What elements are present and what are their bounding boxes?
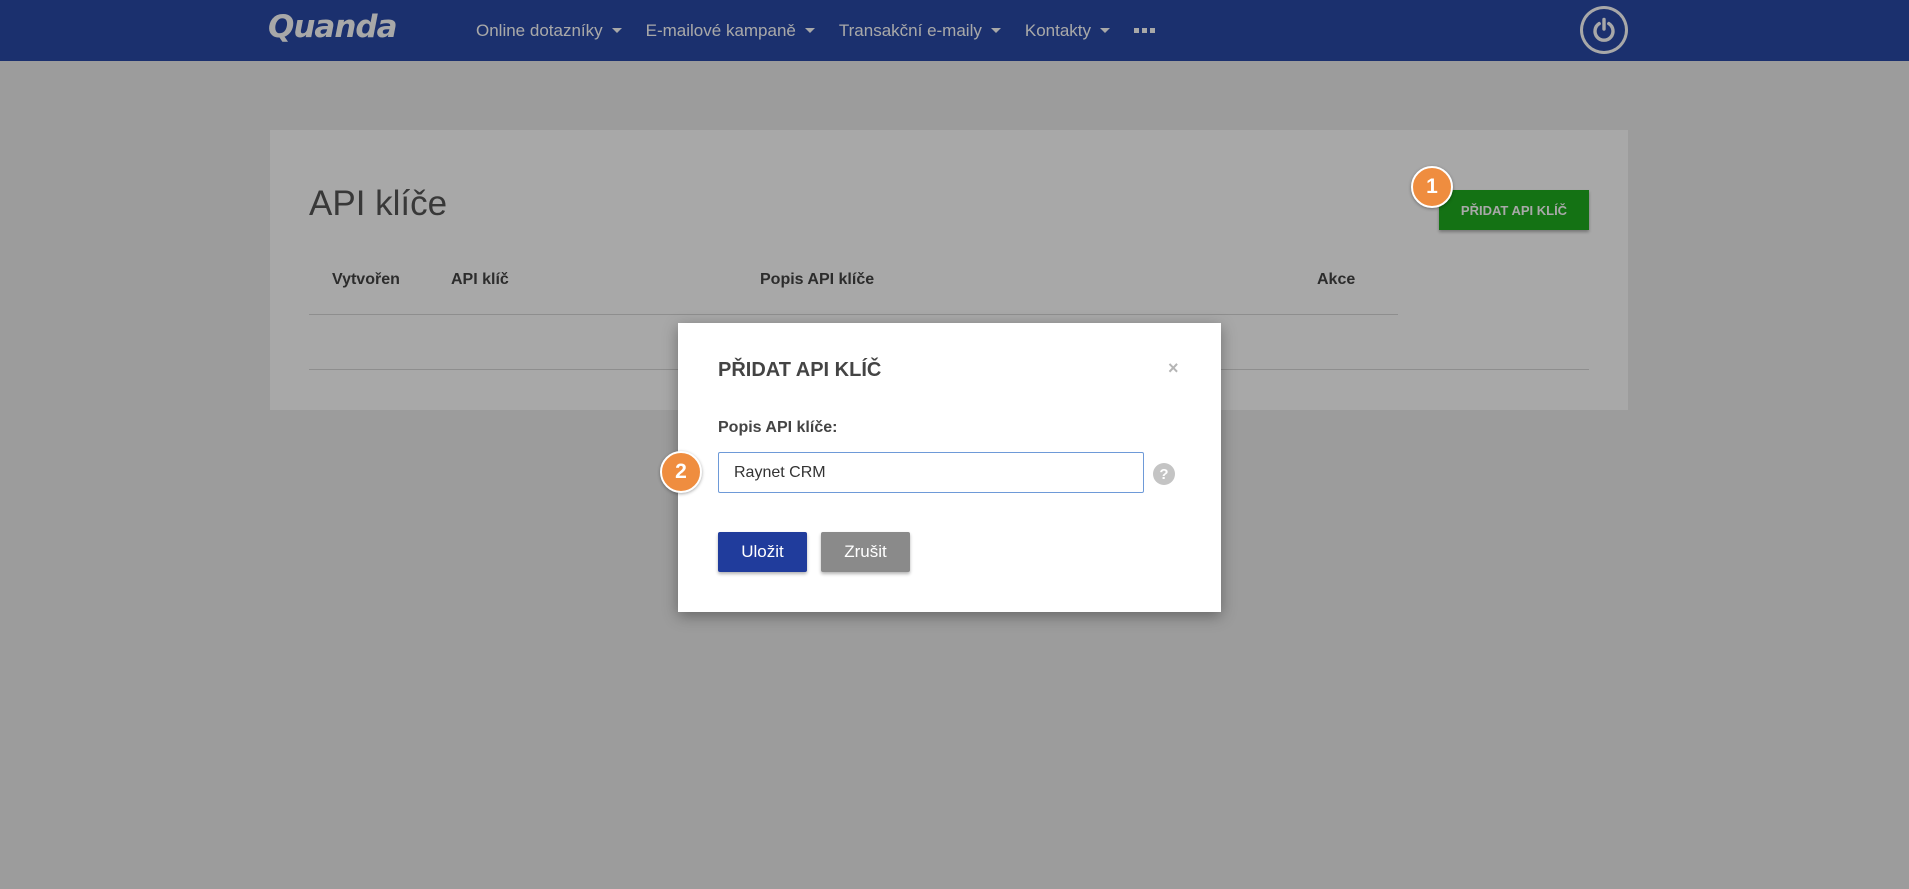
help-icon[interactable]: ? xyxy=(1153,463,1175,485)
modal-title: PŘIDAT API KLÍČ xyxy=(718,359,882,381)
save-button[interactable]: Uložit xyxy=(718,532,807,572)
api-key-description-input[interactable] xyxy=(718,452,1144,493)
cancel-button[interactable]: Zrušit xyxy=(821,532,910,572)
step-badge-2: 2 xyxy=(660,451,702,493)
close-icon[interactable]: × xyxy=(1168,358,1179,379)
description-label: Popis API klíče: xyxy=(718,419,838,436)
step-badge-1: 1 xyxy=(1411,166,1453,208)
add-api-key-modal: PŘIDAT API KLÍČ × Popis API klíče: ? Ulo… xyxy=(678,323,1221,612)
